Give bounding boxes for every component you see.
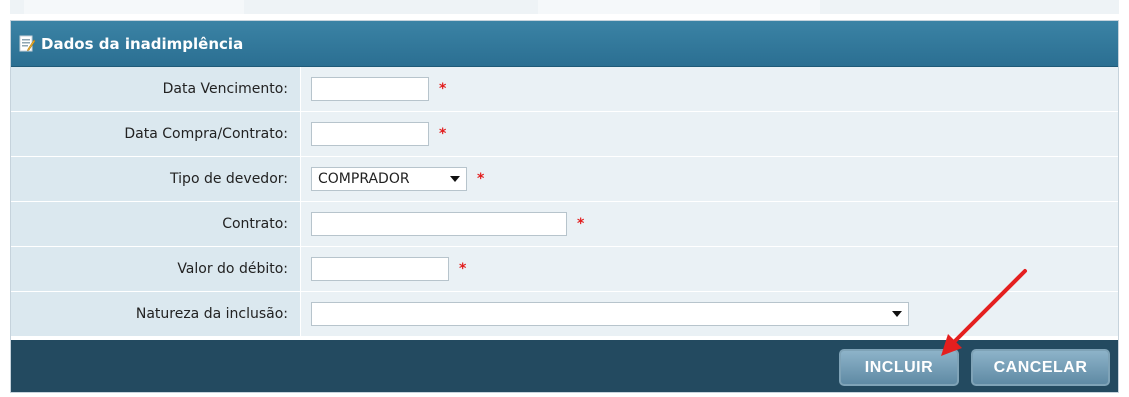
data-vencimento-label: Data Vencimento:: [11, 67, 301, 111]
inadimplencia-panel: Dados da inadimplência Data Vencimento: …: [10, 20, 1119, 393]
valor-debito-input[interactable]: [311, 257, 449, 281]
contrato-input[interactable]: [311, 212, 567, 236]
natureza-select[interactable]: [311, 302, 909, 326]
row-natureza-inclusao: Natureza da inclusão:: [11, 292, 1118, 337]
row-valor-debito: Valor do débito: *: [11, 247, 1118, 292]
valor-debito-label: Valor do débito:: [11, 247, 301, 291]
data-compra-input[interactable]: [311, 122, 429, 146]
panel-footer: INCLUIR CANCELAR: [11, 340, 1118, 392]
row-contrato: Contrato: *: [11, 202, 1118, 247]
tipo-devedor-selected: COMPRADOR: [318, 171, 410, 187]
edit-document-icon: [19, 35, 35, 52]
cancelar-button[interactable]: CANCELAR: [971, 349, 1110, 386]
top-tab-b[interactable]: [538, 0, 820, 14]
panel-title: Dados da inadimplência: [41, 34, 244, 53]
chevron-down-icon: [450, 176, 460, 182]
incluir-button[interactable]: INCLUIR: [839, 349, 959, 386]
required-mark: *: [477, 171, 485, 187]
chevron-down-icon: [892, 311, 902, 317]
natureza-label: Natureza da inclusão:: [11, 292, 301, 336]
data-vencimento-input[interactable]: [311, 77, 429, 101]
tipo-devedor-select[interactable]: COMPRADOR: [311, 167, 467, 191]
tipo-devedor-label: Tipo de devedor:: [11, 157, 301, 201]
data-compra-label: Data Compra/Contrato:: [11, 112, 301, 156]
row-data-compra: Data Compra/Contrato: *: [11, 112, 1118, 157]
required-mark: *: [439, 126, 447, 142]
required-mark: *: [577, 216, 585, 232]
top-tab-a[interactable]: [24, 0, 244, 14]
required-mark: *: [459, 261, 467, 277]
required-mark: *: [439, 81, 447, 97]
row-data-vencimento: Data Vencimento: *: [11, 67, 1118, 112]
contrato-label: Contrato:: [11, 202, 301, 246]
panel-header: Dados da inadimplência: [11, 21, 1118, 67]
row-tipo-devedor: Tipo de devedor: COMPRADOR *: [11, 157, 1118, 202]
top-tab-strip: [10, 0, 1119, 14]
